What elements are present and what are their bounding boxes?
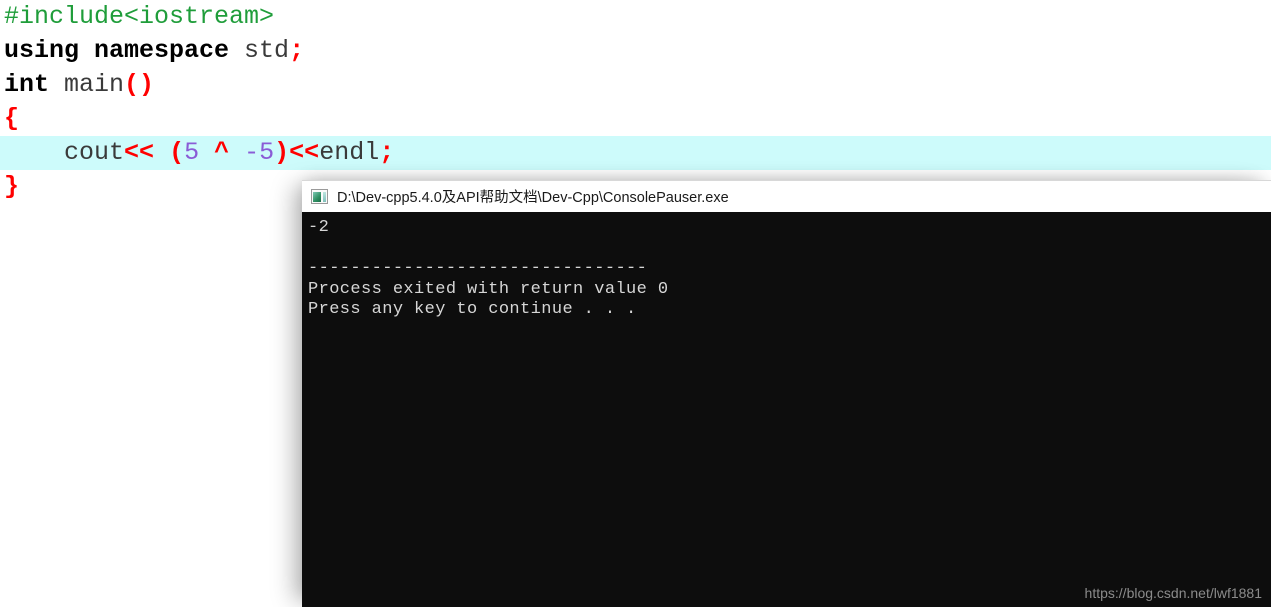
code-token-id: std — [229, 36, 290, 65]
code-token-kw: using namespace — [4, 36, 230, 65]
code-token-num: -5 — [244, 138, 275, 167]
code-token-id — [199, 138, 214, 167]
console-title-bar[interactable]: D:\Dev-cpp5.4.0及API帮助文档\Dev-Cpp\ConsoleP… — [302, 180, 1271, 212]
code-token-id — [229, 138, 244, 167]
code-token-punct: ; — [289, 36, 305, 65]
console-output-line: -2 — [308, 218, 330, 237]
code-line[interactable]: using namespace std; — [0, 34, 1271, 68]
code-token-id: main — [49, 70, 125, 99]
console-icon-pane-left — [313, 192, 321, 202]
code-line[interactable]: #include<iostream> — [0, 0, 1271, 34]
code-token-op: << — [124, 138, 155, 167]
console-output-line: Process exited with return value 0 — [308, 279, 669, 299]
console-output-lines: -2 -------------------------------- Proce… — [308, 218, 1271, 321]
code-line[interactable]: { — [0, 102, 1271, 136]
console-window[interactable]: D:\Dev-cpp5.4.0及API帮助文档\Dev-Cpp\ConsoleP… — [302, 180, 1271, 607]
code-lines[interactable]: #include<iostream> using namespace std; in… — [0, 0, 1271, 204]
code-token-brace: } — [4, 172, 20, 201]
code-line[interactable]: int main() — [0, 68, 1271, 102]
console-output-line: -------------------------------- — [308, 259, 648, 278]
code-line[interactable]: cout<< (5 ^ -5)<<endl; — [0, 136, 1271, 170]
screenshot-root: #include<iostream> using namespace std; in… — [0, 0, 1271, 607]
console-window-icon — [311, 189, 328, 204]
code-token-punct: ( — [169, 138, 185, 167]
console-title-text: D:\Dev-cpp5.4.0及API帮助文档\Dev-Cpp\ConsoleP… — [337, 190, 729, 206]
code-token-id: endl — [319, 138, 380, 167]
code-token-punct: ) — [274, 138, 290, 167]
code-token-op: << — [289, 138, 320, 167]
code-token-kw: int — [4, 70, 50, 99]
watermark-text: https://blog.csdn.net/lwf1881 — [1084, 585, 1262, 601]
code-token-brace: { — [4, 104, 20, 133]
code-token-pre: #include<iostream> — [4, 2, 275, 31]
code-token-caret: ^ — [214, 138, 230, 167]
code-token-id: cout — [4, 138, 125, 167]
code-token-id — [154, 138, 169, 167]
console-icon-pane-right — [323, 192, 326, 202]
console-output-area[interactable]: -2 -------------------------------- Proce… — [302, 212, 1271, 607]
code-token-punct: ; — [379, 138, 395, 167]
console-output-line: Press any key to continue . . . — [308, 300, 637, 319]
code-token-punct: () — [124, 70, 155, 99]
code-token-num: 5 — [184, 138, 200, 167]
